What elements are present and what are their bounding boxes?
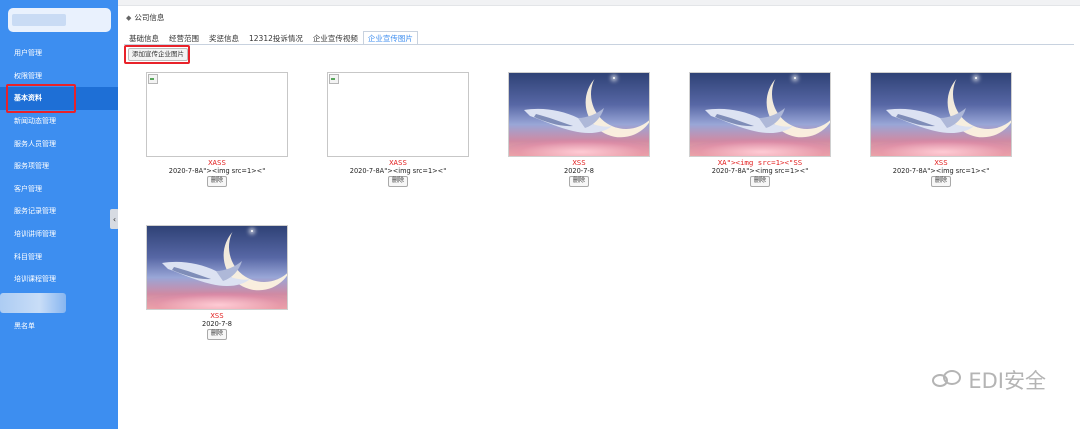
star-icon	[251, 230, 253, 232]
image-date: 2020-7-8	[202, 319, 232, 328]
delete-button[interactable]: 删除	[930, 176, 951, 188]
image-caption: XSS 2020-7-8 删除	[146, 311, 288, 341]
image-title: XASS	[389, 158, 407, 167]
image-date: 2020-7-8A"><img src=1><"	[349, 166, 447, 175]
image-title: XA"><img src=1><"SS	[717, 158, 803, 167]
star-icon	[975, 77, 977, 79]
sidebar-item-service-records[interactable]: 服务记录管理	[0, 200, 118, 223]
sidebar-item-news-management[interactable]: 新闻动态管理	[0, 110, 118, 133]
tab-promo-videos[interactable]: 企业宣传视频	[308, 31, 363, 45]
image-title: XSS	[572, 158, 586, 167]
whale-icon	[886, 108, 974, 134]
star-icon	[613, 77, 615, 79]
sidebar-item-course-management[interactable]: 培训课程管理	[0, 268, 118, 291]
top-strip	[118, 0, 1080, 6]
breadcrumb: ◆ 公司信息	[126, 12, 164, 23]
image-card: XSS 2020-7-8A"><img src=1><" 删除	[870, 72, 1014, 188]
watermark: EDI安全	[932, 365, 1046, 395]
wechat-icon	[932, 369, 962, 391]
promo-photo[interactable]	[870, 72, 1012, 157]
whale-icon	[524, 108, 612, 134]
image-date: 2020-7-8A"><img src=1><"	[711, 166, 809, 175]
redacted-logo-mark	[12, 14, 66, 26]
whale-icon	[705, 108, 793, 134]
image-date: 2020-7-8A"><img src=1><"	[892, 166, 990, 175]
promo-photo[interactable]	[689, 72, 831, 157]
whale-icon	[162, 261, 250, 287]
redacted-sidebar-area	[0, 293, 66, 313]
clouds-icon	[690, 139, 830, 156]
promo-photo[interactable]	[508, 72, 650, 157]
sidebar-item-blacklist[interactable]: 黑名单	[0, 315, 118, 338]
image-card: XASS 2020-7-8A"><img src=1><" 删除	[327, 72, 471, 188]
image-caption: XASS 2020-7-8A"><img src=1><" 删除	[146, 158, 288, 188]
image-card: XSS 2020-7-8 删除	[146, 225, 290, 341]
broken-image-icon[interactable]	[327, 72, 469, 157]
delete-button[interactable]: 删除	[568, 176, 589, 188]
tabs-divider	[124, 44, 1074, 45]
image-card: XASS 2020-7-8A"><img src=1><" 删除	[146, 72, 290, 188]
image-date: 2020-7-8A"><img src=1><"	[168, 166, 266, 175]
tab-promo-images[interactable]: 企业宣传图片	[362, 31, 418, 45]
clouds-icon	[871, 139, 1011, 156]
sidebar-item-subject-management[interactable]: 科目管理	[0, 245, 118, 268]
company-info-tabs: 基础信息 经营范围 奖惩信息 12312投诉情况 企业宣传视频 企业宣传图片	[124, 31, 418, 45]
promo-photo[interactable]	[146, 225, 288, 310]
sidebar-item-user-management[interactable]: 用户管理	[0, 42, 118, 65]
company-info-app: 用户管理 权限管理 基本资料 新闻动态管理 服务人员管理 服务项管理 客户管理 …	[0, 0, 1080, 429]
main-content: ◆ 公司信息 基础信息 经营范围 奖惩信息 12312投诉情况 企业宣传视频 企…	[118, 0, 1080, 429]
delete-button[interactable]: 删除	[749, 176, 770, 188]
delete-button[interactable]: 删除	[206, 176, 227, 188]
image-date: 2020-7-8	[564, 166, 594, 175]
watermark-text: EDI安全	[968, 369, 1046, 393]
clouds-icon	[509, 139, 649, 156]
image-card: XSS 2020-7-8 删除	[508, 72, 652, 188]
delete-button[interactable]: 删除	[387, 176, 408, 188]
tab-complaints[interactable]: 12312投诉情况	[244, 31, 308, 45]
tab-rewards-penalties[interactable]: 奖惩信息	[204, 31, 244, 45]
tab-business-scope[interactable]: 经营范围	[164, 31, 204, 45]
image-title: XSS	[934, 158, 948, 167]
basic-info-highlight-box	[6, 84, 76, 113]
image-title: XASS	[208, 158, 226, 167]
clouds-icon	[147, 292, 287, 309]
sidebar-item-trainer-management[interactable]: 培训讲师管理	[0, 223, 118, 246]
star-icon	[794, 77, 796, 79]
image-caption: XASS 2020-7-8A"><img src=1><" 删除	[327, 158, 469, 188]
image-caption: XSS 2020-7-8 删除	[508, 158, 650, 188]
broken-image-icon[interactable]	[146, 72, 288, 157]
sidebar-item-customer-management[interactable]: 客户管理	[0, 178, 118, 201]
sidebar-item-service-items[interactable]: 服务项管理	[0, 155, 118, 178]
sidebar-item-staff-management[interactable]: 服务人员管理	[0, 132, 118, 155]
image-caption: XA"><img src=1><"SS 2020-7-8A"><img src=…	[689, 158, 831, 188]
diamond-icon: ◆	[126, 13, 132, 22]
image-card: XA"><img src=1><"SS 2020-7-8A"><img src=…	[689, 72, 833, 188]
left-sidebar: 用户管理 权限管理 基本资料 新闻动态管理 服务人员管理 服务项管理 客户管理 …	[0, 0, 119, 429]
breadcrumb-label: 公司信息	[134, 13, 165, 22]
delete-button[interactable]: 删除	[206, 329, 227, 341]
image-caption: XSS 2020-7-8A"><img src=1><" 删除	[870, 158, 1012, 188]
image-title: XSS	[210, 311, 224, 320]
add-button-highlight-box	[124, 45, 190, 64]
tab-basic-info[interactable]: 基础信息	[124, 31, 164, 45]
